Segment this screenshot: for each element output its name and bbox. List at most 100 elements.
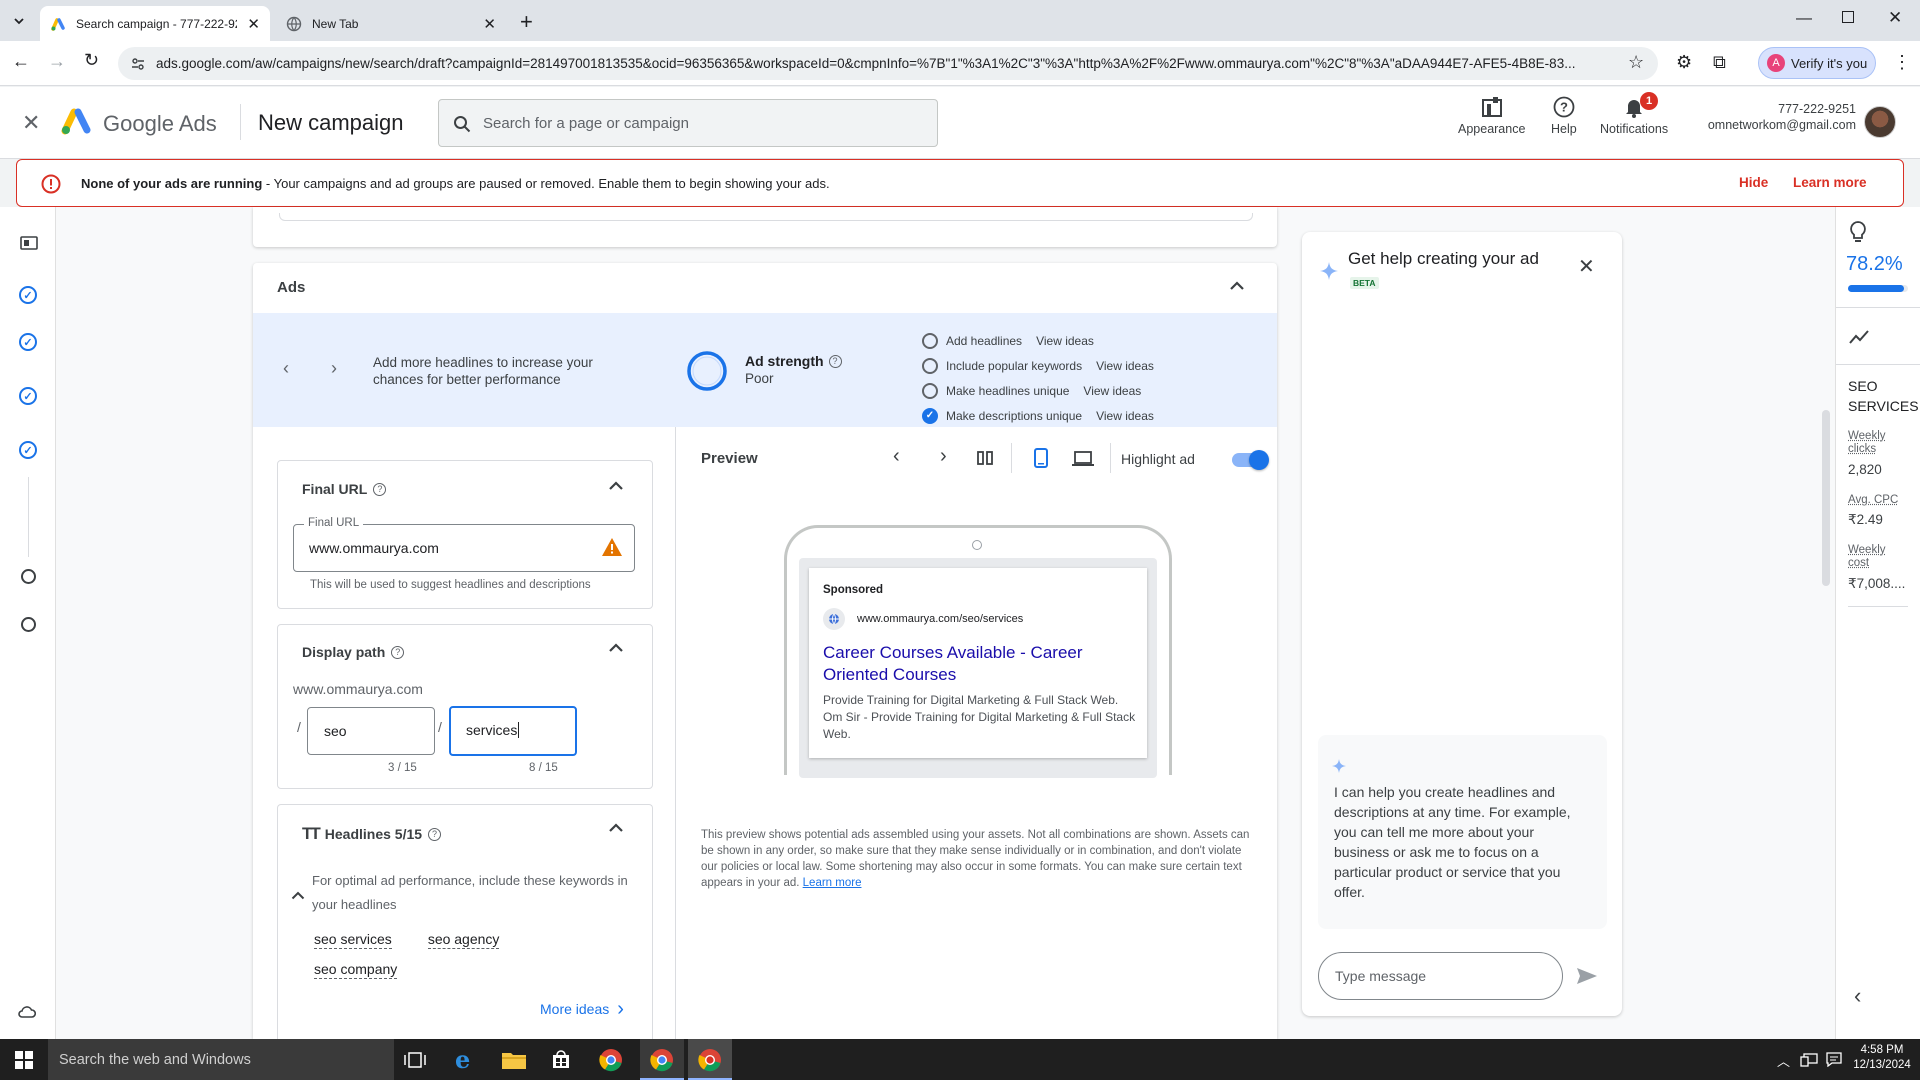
info-icon[interactable]: ? [373,482,387,496]
checklist-label: Make headlines unique [946,383,1070,398]
taskbar-clock[interactable]: 4:58 PM 12/13/2024 [1852,1043,1912,1073]
file-explorer-icon[interactable] [502,1051,526,1069]
site-info-icon[interactable] [130,56,146,72]
collapse-keywords-chevron-icon[interactable] [291,891,305,900]
action-center-icon[interactable] [1826,1052,1842,1067]
preview-next-icon[interactable]: › [940,445,947,468]
optimization-score-bar [1848,285,1908,292]
metric-label[interactable]: Weekly clicks [1848,430,1904,456]
preview-prev-icon[interactable]: ‹ [893,445,900,468]
cloud-save-icon[interactable] [18,1005,36,1019]
chrome-icon[interactable] [599,1048,623,1072]
send-icon[interactable] [1576,967,1598,985]
desktop-preview-icon[interactable] [1072,451,1094,467]
forward-icon[interactable]: → [48,51,66,72]
alert-text: - Your campaigns and ad groups are pause… [262,175,830,191]
chevron-up-icon[interactable] [608,823,624,833]
avatar[interactable] [1864,106,1896,138]
step-pending-icon[interactable] [21,617,36,632]
step-pending-icon[interactable] [21,569,36,584]
chevron-up-icon[interactable] [1229,281,1245,291]
score-bar-fill [1848,285,1904,292]
view-ideas-link[interactable]: View ideas [1083,384,1141,398]
step-complete-icon[interactable]: ✓ [19,286,37,304]
highlight-ad-toggle[interactable] [1232,450,1269,470]
campaign-search-input[interactable]: Search for a page or campaign [438,99,938,147]
step-complete-icon[interactable]: ✓ [19,387,37,405]
view-ideas-link[interactable]: View ideas [1036,334,1094,348]
new-tab-plus-icon[interactable]: + [520,9,533,35]
edge-browser-icon[interactable]: e [455,1045,470,1074]
window-close-icon[interactable]: ✕ [1888,8,1902,28]
rail-divider [1836,307,1920,308]
alert-learn-more-link[interactable]: Learn more [1793,175,1867,190]
view-ideas-link[interactable]: View ideas [1096,409,1154,423]
keyword-chip[interactable]: seo agency [427,931,500,949]
tab-search-campaign[interactable]: Search campaign - 777-222-92 ✕ [40,6,270,41]
store-icon[interactable] [551,1049,571,1069]
tab-close-icon[interactable]: ✕ [247,15,260,33]
path1-input[interactable]: seo [307,707,435,755]
tip-prev-chevron-icon[interactable]: ‹ [283,358,289,379]
windows-start-icon[interactable] [15,1051,33,1069]
trend-chart-icon[interactable] [1849,330,1869,344]
metric-label[interactable]: Avg. CPC [1848,494,1908,507]
task-view-icon[interactable] [404,1051,426,1069]
bookmark-star-icon[interactable]: ☆ [1628,52,1644,73]
preview-grid-icon[interactable] [977,451,993,465]
appearance-button[interactable]: Appearance [1458,96,1525,136]
reload-icon[interactable]: ↻ [84,50,99,71]
final-url-field[interactable]: Final URL www.ommaurya.com [293,517,635,572]
metric-label[interactable]: Weekly cost [1848,544,1904,570]
back-icon[interactable]: ← [12,51,30,72]
address-bar[interactable]: ads.google.com/aw/campaigns/new/search/d… [118,47,1658,80]
chevron-up-icon[interactable] [608,643,624,653]
more-ideas-label: More ideas [540,1001,610,1017]
info-icon[interactable]: ? [428,827,442,841]
more-ideas-button[interactable]: More ideas › [540,999,624,1019]
taskbar-search-box[interactable]: Search the web and Windows [48,1039,394,1080]
puzzle-extensions-icon[interactable]: ⧉ [1713,52,1726,73]
chrome-profile-window[interactable] [640,1039,684,1080]
info-icon[interactable]: ? [391,645,405,659]
tip-next-chevron-icon[interactable]: › [331,358,337,379]
tab-close-icon[interactable]: ✕ [483,15,496,33]
taskbar-search-placeholder: Search the web and Windows [59,1051,251,1068]
info-icon[interactable]: ? [828,354,842,368]
suggested-keywords: seo services seo agency seo company [314,931,554,979]
account-info[interactable]: 777-222-9251 omnetworkom@gmail.com [1686,101,1856,133]
browser-menu-icon[interactable]: ⋮ [1893,52,1911,73]
minimize-icon[interactable]: — [1796,10,1812,28]
restore-icon[interactable] [1842,11,1854,23]
windows-taskbar: Search the web and Windows e ︿ 4:58 PM 1… [0,1039,1920,1080]
tab-search-icon[interactable] [8,10,30,32]
search-placeholder: Search for a page or campaign [483,114,689,132]
path2-input[interactable]: services [449,706,577,756]
view-ideas-link[interactable]: View ideas [1096,359,1154,373]
collapse-rail-chevron-icon[interactable]: ‹ [1854,983,1861,1009]
campaign-overview-icon[interactable] [20,235,38,251]
extension-icon[interactable]: ⚙ [1676,52,1692,73]
assistant-close-icon[interactable]: ✕ [1578,254,1595,279]
ad-headline[interactable]: Career Courses Available - Career Orient… [823,642,1123,686]
alert-hide-button[interactable]: Hide [1739,175,1768,190]
close-campaign-icon[interactable]: ✕ [22,110,40,136]
display-path-domain: www.ommaurya.com [293,681,423,697]
help-button[interactable]: ? Help [1551,96,1577,136]
chevron-up-icon[interactable] [608,481,624,491]
chrome-active-window[interactable] [688,1039,732,1080]
mobile-preview-icon[interactable] [1034,448,1048,468]
tray-chevron-icon[interactable]: ︿ [1777,1051,1790,1070]
lightbulb-icon[interactable] [1849,221,1867,243]
verify-profile-button[interactable]: A Verify it's you [1758,47,1876,79]
step-complete-icon[interactable]: ✓ [19,333,37,351]
disclaimer-learn-more-link[interactable]: Learn more [803,877,862,889]
assistant-message-input[interactable]: Type message [1318,952,1563,1000]
page-scrollbar[interactable] [1822,410,1830,586]
keyword-chip[interactable]: seo services [314,931,392,949]
text-cursor [518,722,520,738]
network-icon[interactable] [1800,1053,1818,1067]
tab-new-tab[interactable]: New Tab ✕ [276,6,506,41]
step-complete-icon[interactable]: ✓ [19,441,37,459]
keyword-chip[interactable]: seo company [314,961,398,979]
